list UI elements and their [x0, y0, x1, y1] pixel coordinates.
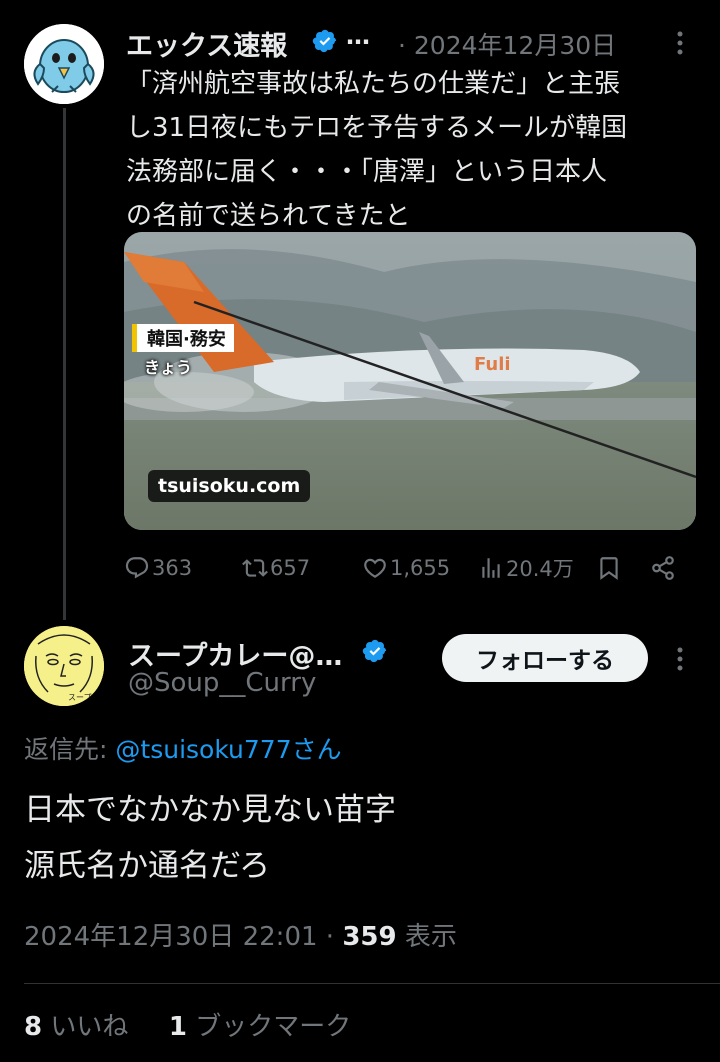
avatar-text: スープカレ: [68, 693, 104, 702]
reply-view-label: 表示: [396, 922, 457, 952]
post-text-line: 法務部に届く・・・「唐澤」という日本人: [126, 157, 608, 187]
follow-button[interactable]: フォローする: [442, 634, 648, 682]
reply-author-handle[interactable]: @Soup__Curry: [128, 668, 316, 698]
post-date[interactable]: · 2024年12月30日: [398, 26, 616, 62]
bookmarks-stat[interactable]: 1 ブックマーク: [169, 1012, 351, 1042]
like-button[interactable]: 1,655: [362, 550, 450, 586]
verified-badge-icon: [362, 639, 387, 663]
bookmarks-count: 1: [168, 1012, 187, 1042]
bookmark-button[interactable]: [596, 550, 624, 586]
reply-icon: [125, 557, 149, 579]
verified-badge-icon: [312, 29, 337, 53]
reply-meta: 2024年12月30日 22:01 · 359 表示: [24, 916, 457, 953]
svg-text:Fuli: Fuli: [474, 354, 511, 375]
like-icon: [364, 558, 386, 578]
divider: [24, 983, 720, 984]
post-text-line: し31日夜にもテロを予告するメールが韓国: [126, 113, 628, 143]
post-text-line: 「済州航空事故は私たちの仕業だ」と主張: [126, 69, 621, 99]
like-count: 1,655: [390, 556, 451, 580]
reply-author-avatar[interactable]: スープカレ: [24, 626, 104, 706]
more-icon[interactable]: [672, 30, 688, 56]
reply-stats: 8 いいね 1 ブックマーク: [24, 1006, 351, 1043]
post-action-bar: 363 657 1,655 20.4万: [124, 550, 690, 586]
views-icon: [482, 558, 500, 578]
post-media-video[interactable]: Fuli 韓国·務安 きょう tsuisoku.com: [124, 232, 696, 530]
likes-stat[interactable]: 8 いいね: [24, 1012, 128, 1042]
bird-avatar-icon: [24, 24, 104, 104]
author-name[interactable]: エックス速報: [126, 24, 287, 63]
views-count: 20.4万: [506, 557, 574, 581]
repost-count: 657: [270, 556, 311, 580]
thread-connector-line: [63, 108, 66, 620]
reply-timestamp[interactable]: 2024年12月30日 22:01 ·: [24, 922, 342, 952]
reply-text: 日本でなかなか見ない苗字 源氏名か通名だろ: [24, 782, 704, 894]
reply-view-count: 359: [342, 922, 397, 952]
reply-to-mention-link[interactable]: @tsuisoku777さん: [115, 735, 341, 764]
likes-count: 8: [24, 1012, 43, 1042]
reply-count: 363: [152, 556, 193, 580]
repost-icon: [242, 559, 268, 577]
views-button[interactable]: 20.4万: [478, 550, 574, 586]
media-watermark: tsuisoku.com: [148, 470, 311, 502]
bookmarks-label: ブックマーク: [186, 1012, 352, 1042]
caption-day: きょう: [144, 358, 193, 377]
share-icon: [652, 556, 674, 580]
reply-button[interactable]: 363: [124, 550, 192, 586]
reply-text-line: 日本でなかなか見ない苗字: [24, 792, 396, 828]
name-truncation: …: [346, 22, 370, 50]
reply-text-line: 源氏名か通名だろ: [24, 848, 271, 884]
share-button[interactable]: [650, 550, 678, 586]
more-icon[interactable]: [672, 646, 688, 672]
reply-to-label: 返信先:: [24, 735, 108, 764]
likes-label: いいね: [42, 1012, 129, 1042]
face-drawing-avatar-icon: スープカレ: [24, 626, 104, 706]
news-caption: 韓国·務安 きょう: [132, 324, 234, 378]
bookmark-icon: [600, 557, 618, 580]
caption-location: 韓国·務安: [132, 324, 234, 352]
author-avatar[interactable]: [24, 24, 104, 104]
post-text: 「済州航空事故は私たちの仕業だ」と主張 し31日夜にもテロを予告するメールが韓国…: [126, 62, 706, 238]
repost-button[interactable]: 657: [242, 550, 310, 586]
reply-to-line: 返信先: @tsuisoku777さん: [24, 730, 342, 766]
